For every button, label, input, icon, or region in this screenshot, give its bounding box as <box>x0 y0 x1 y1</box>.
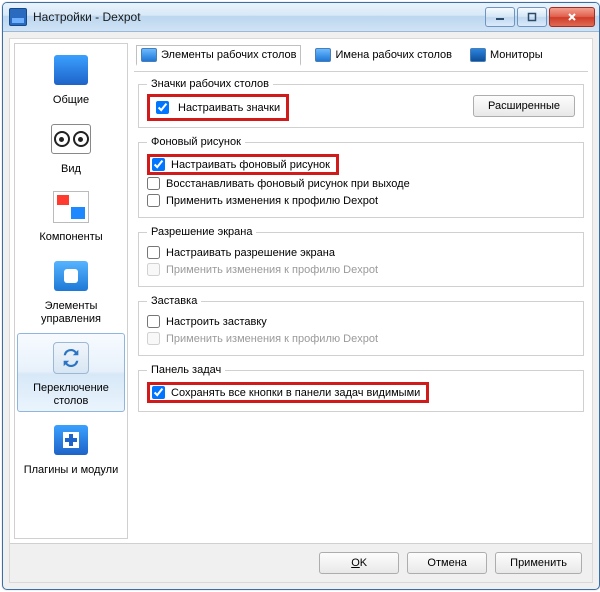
switching-icon <box>53 342 89 374</box>
button-label: K <box>360 557 367 569</box>
content-split: Общие Вид Компоненты Элементы управления <box>10 39 592 543</box>
window-title: Настройки - Dexpot <box>33 10 485 24</box>
close-icon <box>567 12 577 22</box>
checkbox-taskbar-keep-visible[interactable] <box>152 386 165 399</box>
sidebar-item-label: Общие <box>19 94 123 107</box>
sidebar-item-label: Элементы управления <box>19 300 123 325</box>
view-icon <box>51 124 91 154</box>
category-sidebar[interactable]: Общие Вид Компоненты Элементы управления <box>14 43 128 539</box>
sidebar-item-view[interactable]: Вид <box>15 113 127 182</box>
group-wallpaper: Фоновый рисунок Настраивать фоновый рису… <box>138 136 584 218</box>
dialog-button-bar: OK Отмена Применить <box>10 543 592 582</box>
highlight-taskbar: Сохранять все кнопки в панели задач види… <box>147 382 429 403</box>
checkbox-restore-wallpaper[interactable] <box>147 177 160 190</box>
group-resolution: Разрешение экрана Настраивать разрешение… <box>138 226 584 287</box>
settings-window: Настройки - Dexpot Общие <box>2 2 600 590</box>
checkbox-apply-profile-screensaver <box>147 332 160 345</box>
maximize-button[interactable] <box>517 7 547 27</box>
minimize-icon <box>495 12 505 22</box>
maximize-icon <box>527 12 537 22</box>
checkbox-label: Восстанавливать фоновый рисунок при выхо… <box>166 178 410 190</box>
button-label: Отмена <box>427 557 466 569</box>
desktop-icon <box>315 48 331 62</box>
tab-bar: Элементы рабочих столов Имена рабочих ст… <box>134 43 588 72</box>
sidebar-item-controls[interactable]: Элементы управления <box>15 250 127 331</box>
monitor-icon <box>470 48 486 62</box>
button-label: Расширенные <box>488 100 560 112</box>
tab-label: Имена рабочих столов <box>335 49 451 61</box>
sidebar-item-general[interactable]: Общие <box>15 44 127 113</box>
tab-desktop-elements[interactable]: Элементы рабочих столов <box>136 45 301 66</box>
advanced-button[interactable]: Расширенные <box>473 95 575 117</box>
sidebar-item-label: Вид <box>19 163 123 176</box>
tab-monitors[interactable]: Мониторы <box>466 46 547 64</box>
desktop-icon <box>141 48 157 62</box>
sidebar-item-label: Плагины и модули <box>19 464 123 477</box>
checkbox-label: Настраивать фоновый рисунок <box>171 159 330 171</box>
group-legend: Фоновый рисунок <box>147 136 245 148</box>
apply-button[interactable]: Применить <box>495 552 582 574</box>
tab-label: Элементы рабочих столов <box>161 49 296 61</box>
checkbox-apply-profile-resolution <box>147 263 160 276</box>
window-controls <box>485 7 595 27</box>
checkbox-apply-profile-wallpaper[interactable] <box>147 194 160 207</box>
button-label: Применить <box>510 557 567 569</box>
tab-desktop-names[interactable]: Имена рабочих столов <box>311 46 455 64</box>
sidebar-item-plugins[interactable]: Плагины и модули <box>15 414 127 483</box>
sidebar-item-label: Переключение столов <box>20 382 122 407</box>
highlight-wallpaper: Настраивать фоновый рисунок <box>147 154 339 175</box>
minimize-button[interactable] <box>485 7 515 27</box>
controls-icon <box>54 261 88 291</box>
checkbox-label: Настраивать разрешение экрана <box>166 247 335 259</box>
sidebar-item-switching[interactable]: Переключение столов <box>17 333 125 412</box>
sidebar-item-components[interactable]: Компоненты <box>15 181 127 250</box>
ok-button[interactable]: OK <box>319 552 399 574</box>
checkbox-label: Настроить заставку <box>166 316 267 328</box>
checkbox-customize-icons[interactable] <box>156 101 169 114</box>
group-legend: Разрешение экрана <box>147 226 256 238</box>
checkbox-label: Настраивать значки <box>178 102 280 114</box>
checkbox-customize-screensaver[interactable] <box>147 315 160 328</box>
app-icon <box>9 8 27 26</box>
plugins-icon <box>54 425 88 455</box>
components-icon <box>53 191 89 223</box>
tab-label: Мониторы <box>490 49 543 61</box>
group-taskbar: Панель задач Сохранять все кнопки в пане… <box>138 364 584 412</box>
checkbox-customize-resolution[interactable] <box>147 246 160 259</box>
settings-scroll[interactable]: Значки рабочих столов Настраивать значки… <box>134 72 588 539</box>
close-button[interactable] <box>549 7 595 27</box>
titlebar: Настройки - Dexpot <box>3 3 599 32</box>
cancel-button[interactable]: Отмена <box>407 552 487 574</box>
checkbox-label: Сохранять все кнопки в панели задач види… <box>171 387 420 399</box>
group-legend: Заставка <box>147 295 201 307</box>
client-area: Общие Вид Компоненты Элементы управления <box>9 38 593 583</box>
checkbox-label: Применить изменения к профилю Dexpot <box>166 195 378 207</box>
sidebar-item-label: Компоненты <box>19 231 123 244</box>
settings-pane: Элементы рабочих столов Имена рабочих ст… <box>134 43 588 539</box>
group-legend: Значки рабочих столов <box>147 78 273 90</box>
group-screensaver: Заставка Настроить заставку Применить из… <box>138 295 584 356</box>
checkbox-label: Применить изменения к профилю Dexpot <box>166 264 378 276</box>
group-legend: Панель задач <box>147 364 225 376</box>
checkbox-label: Применить изменения к профилю Dexpot <box>166 333 378 345</box>
group-desktop-icons: Значки рабочих столов Настраивать значки… <box>138 78 584 128</box>
checkbox-customize-wallpaper[interactable] <box>152 158 165 171</box>
highlight-icons: Настраивать значки <box>147 94 289 121</box>
general-icon <box>54 55 88 85</box>
